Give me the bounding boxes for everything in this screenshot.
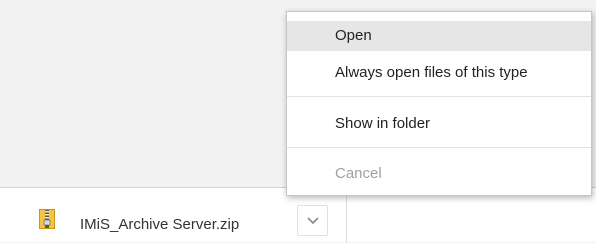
download-options-button[interactable] bbox=[297, 205, 328, 236]
menu-item-show-in-folder[interactable]: Show in folder bbox=[287, 109, 591, 139]
downloaded-file-name[interactable]: IMiS_Archive Server.zip bbox=[80, 216, 239, 233]
zip-archive-icon bbox=[39, 209, 55, 229]
download-item[interactable]: IMiS_Archive Server.zip bbox=[0, 188, 347, 243]
menu-item-open[interactable]: Open bbox=[287, 21, 591, 51]
menu-separator bbox=[287, 96, 591, 97]
chevron-down-icon bbox=[307, 217, 319, 225]
menu-item-always-open[interactable]: Always open files of this type bbox=[287, 58, 591, 88]
menu-separator bbox=[287, 147, 591, 148]
menu-item-cancel: Cancel bbox=[335, 165, 382, 182]
download-context-menu: Open Always open files of this type Show… bbox=[286, 11, 592, 196]
